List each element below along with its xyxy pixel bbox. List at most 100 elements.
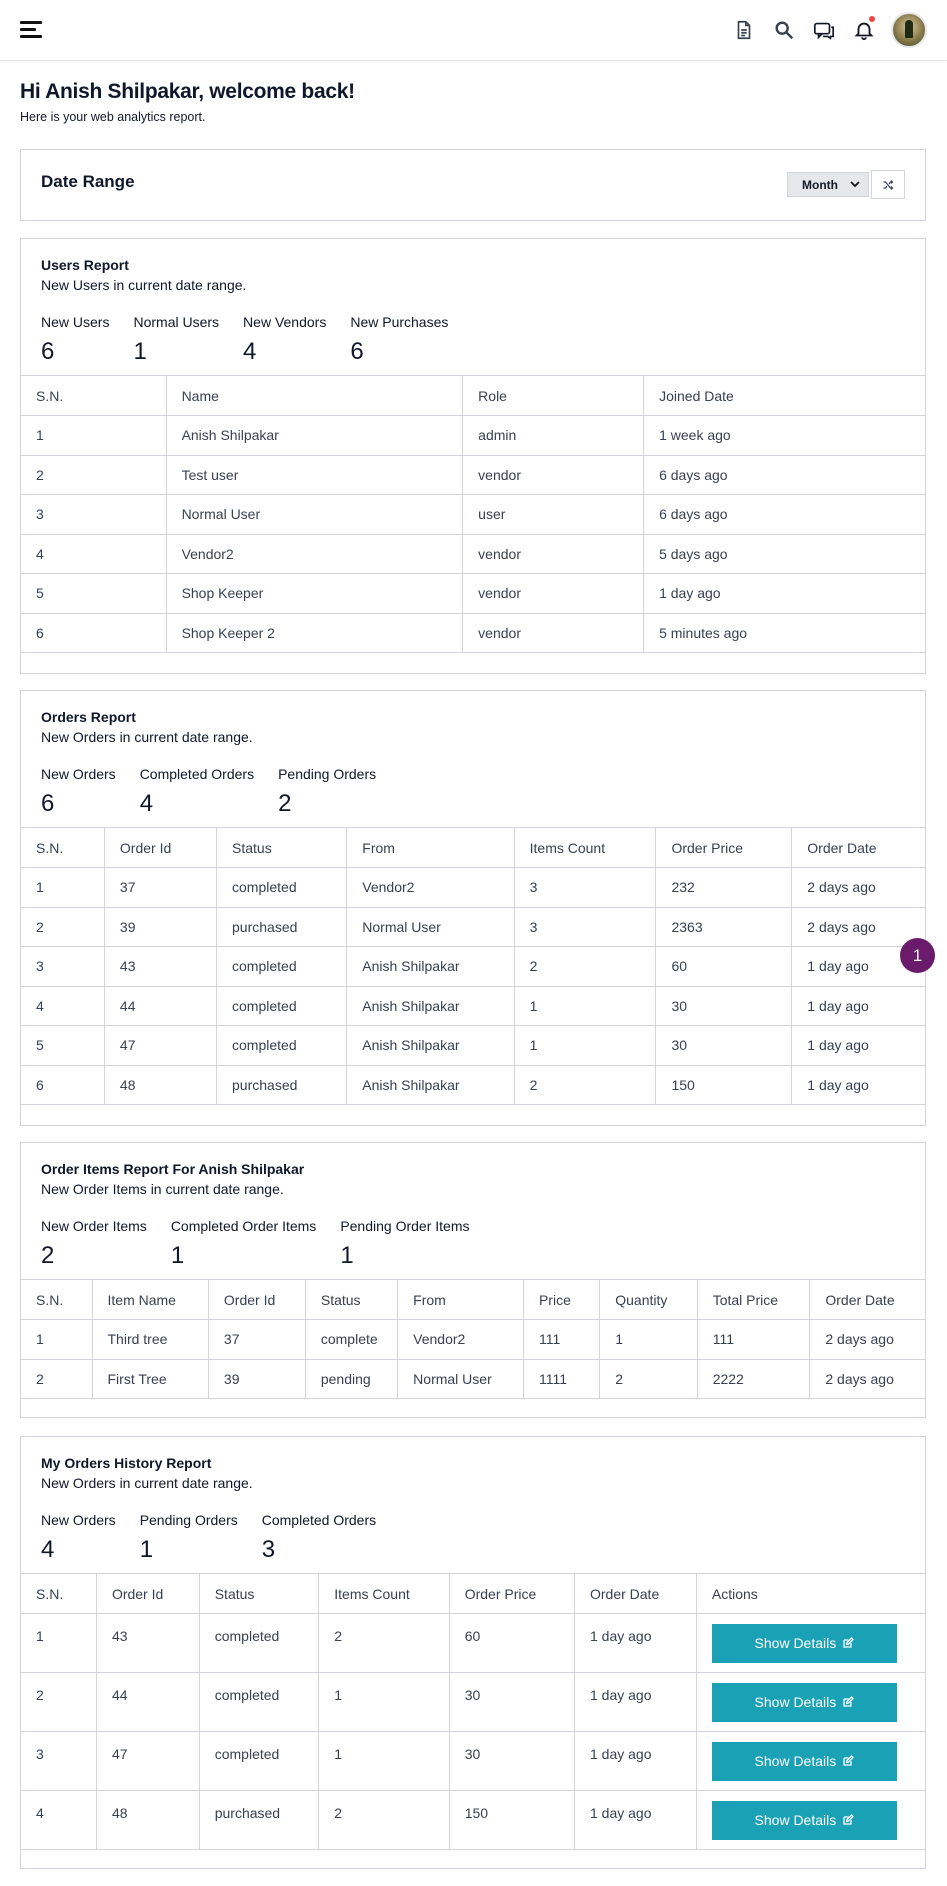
table-cell: First Tree [91,1358,209,1399]
users-report-card: Users Report New Users in current date r… [20,238,926,674]
table-header-row: S.N. Order Id Status Items Count Order Price… [20,1573,927,1614]
table-cell: 6 [20,1064,105,1105]
table-row: 2 Test user vendor 6 days ago [20,454,926,495]
navbar-icons [731,12,927,48]
table-cell: 37 [103,867,218,908]
edit-icon [843,1755,855,1766]
table-cell: 1 [318,1731,450,1791]
table-cell: 1 day ago [573,1672,697,1732]
show-details-label: Show Details [754,1635,837,1651]
column-header: Order Id [103,827,218,868]
floating-badge[interactable]: 1 [900,938,935,973]
history-report-subtitle: New Orders in current date range. [41,1475,253,1491]
table-cell: Shop Keeper [165,573,464,614]
table-cell: 1 [20,867,105,908]
table-cell: Anish Shilpakar [346,946,515,987]
order-items-report-subtitle: New Order Items in current date range. [41,1181,284,1197]
table-cell: 1 [318,1672,450,1732]
table-cell: 2 [20,454,167,495]
date-range-select-value: Month [802,177,838,192]
table-cell: 1 day ago [573,1790,697,1850]
table-cell: completed [198,1613,320,1673]
stat-normal-users: Normal Users 1 [133,314,220,365]
table-row: 3 Normal User user 6 days ago [20,494,926,535]
table-header-row: S.N. Order Id Status From Items Count Order P… [20,827,926,868]
column-header: Joined Date [643,375,926,416]
show-details-button[interactable]: Show Details [711,1800,897,1840]
chevron-down-icon [850,181,860,188]
bell-icon[interactable] [851,16,877,43]
stat-completed-order-items: Completed Order Items 1 [170,1218,317,1269]
table-cell: 2 [513,1064,657,1105]
hamburger-icon[interactable] [20,21,42,39]
page-subtitle: Here is your web analytics report. [20,110,206,124]
orders-table: S.N. Order Id Status From Items Count Order P… [20,827,926,1105]
show-details-button[interactable]: Show Details [711,1623,897,1663]
table-cell: Vendor2 [165,533,464,574]
table-row: 1 43 completed 2 60 1 day ago Show Details [20,1613,927,1673]
column-header: Order Date [791,827,926,868]
table-cell: 111 [696,1319,811,1360]
avatar[interactable] [891,12,927,48]
table-cell: 3 [20,1731,97,1791]
table-cell: 2 [318,1613,450,1673]
orders-report-card: Orders Report New Orders in current date… [20,690,926,1126]
column-header: From [397,1279,524,1320]
history-report-stats: New Orders 4 Pending Orders 1 Completed Or… [41,1512,376,1564]
table-cell: Normal User [165,494,464,535]
column-header: Name [165,375,464,416]
table-cell: 2 days ago [809,1319,926,1360]
stat-new-vendors: New Vendors 4 [243,314,327,365]
table-cell: 5 [20,573,167,614]
table-cell: complete [304,1319,399,1360]
table-cell: 150 [655,1064,793,1105]
table-row: 3 47 completed 1 30 1 day ago Show Details [20,1731,927,1791]
table-cell: completed [216,1025,348,1066]
stat-new-orders: New Orders 6 [41,766,116,817]
table-cell: 5 days ago [643,533,926,574]
show-details-label: Show Details [754,1694,837,1710]
users-report-title: Users Report [41,257,129,273]
orders-report-stats: New Orders 6 Completed Orders 4 Pending Or… [41,766,376,818]
table-cell: 1 day ago [643,573,926,614]
column-header: Actions [695,1573,927,1614]
stat-new-order-items: New Order Items 2 [41,1218,147,1269]
table-cell: 1 day ago [791,1025,926,1066]
table-cell: Anish Shilpakar [346,985,515,1026]
stat-history-completed-orders: Completed Orders 3 [261,1512,377,1563]
table-cell: 2 [20,1672,97,1732]
chat-icon[interactable] [811,17,837,43]
shuffle-button[interactable] [871,170,905,199]
table-cell: 3 [20,946,105,987]
order-items-report-title: Order Items Report For Anish Shilpakar [41,1161,305,1177]
show-details-button[interactable]: Show Details [711,1682,897,1722]
table-cell: completed [198,1672,320,1732]
actions-cell: Show Details [695,1613,927,1673]
table-cell: 4 [20,1790,97,1850]
date-range-title: Date Range [41,172,135,191]
date-range-card: Date Range Month [20,149,926,221]
table-cell: 30 [448,1731,575,1791]
notification-dot [869,16,875,22]
table-cell: 1 week ago [643,415,926,456]
table-cell: 6 [20,612,167,653]
table-cell: 43 [103,946,218,987]
users-report-subtitle: New Users in current date range. [41,277,247,293]
table-cell: vendor [462,454,645,495]
table-row: 1 Third tree 37 complete Vendor2 111 1 111 2 day… [20,1319,926,1360]
history-report-card: My Orders History Report New Orders in c… [20,1436,927,1869]
column-header: Order Price [655,827,793,868]
table-cell: 2 [318,1790,450,1850]
table-cell: 150 [448,1790,575,1850]
table-cell: 1111 [522,1358,601,1399]
table-cell: 37 [207,1319,306,1360]
stat-pending-orders: Pending Orders 2 [278,766,377,817]
column-header: Order Id [95,1573,200,1614]
column-header: S.N. [20,1573,97,1614]
stat-new-purchases: New Purchases 6 [350,314,449,365]
date-range-select[interactable]: Month [787,172,869,197]
table-header-row: S.N. Name Role Joined Date [20,375,926,416]
show-details-button[interactable]: Show Details [711,1741,897,1781]
document-icon[interactable] [731,17,757,43]
search-icon[interactable] [771,17,797,43]
